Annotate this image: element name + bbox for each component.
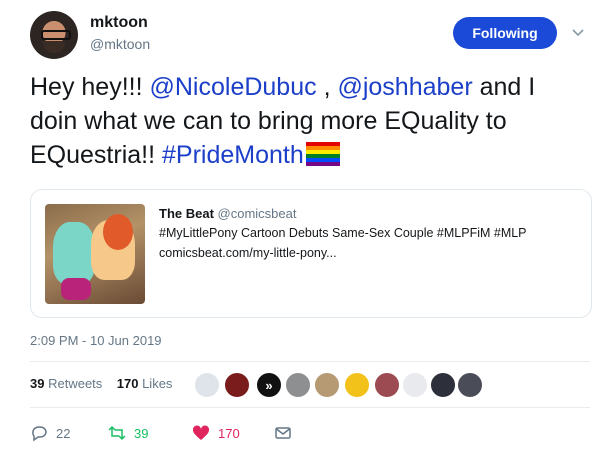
mention-nicoledubuc[interactable]: @NicoleDubuc [150, 73, 317, 101]
rainbow-flag-icon [305, 142, 340, 166]
liker-avatar[interactable] [402, 372, 428, 398]
tweet-timestamp[interactable]: 2:09 PM - 10 Jun 2019 [30, 333, 162, 348]
chevron-down-icon[interactable] [571, 26, 585, 40]
tweet-separator: , [316, 73, 338, 101]
mail-icon [275, 427, 291, 439]
liker-avatar[interactable]: » [256, 372, 282, 398]
liker-avatar[interactable] [374, 372, 400, 398]
card-source-name: The Beat [159, 206, 214, 221]
liker-avatar[interactable] [224, 372, 250, 398]
divider [30, 407, 590, 408]
card-source-handle: @comicsbeat [217, 206, 297, 221]
reply-icon [32, 426, 47, 442]
user-avatar[interactable] [30, 11, 78, 59]
pony-bag [61, 278, 91, 300]
divider [30, 361, 590, 362]
tweet-stats: 39 Retweets 170 Likes [30, 376, 172, 391]
reply-button[interactable]: 22 [30, 422, 70, 444]
retweet-button[interactable]: 39 [108, 422, 148, 444]
liker-avatar[interactable] [344, 372, 370, 398]
link-card[interactable]: The Beat @comicsbeat #MyLittlePony Carto… [30, 189, 592, 318]
card-title[interactable]: #MyLittlePony Cartoon Debuts Same-Sex Co… [159, 226, 527, 240]
user-handle[interactable]: @mktoon [90, 36, 150, 52]
direct-message-button[interactable] [274, 422, 300, 444]
heart-icon [192, 425, 210, 440]
tweet-actions: 22 39 170 [30, 422, 330, 444]
card-thumbnail[interactable] [45, 204, 145, 304]
liker-avatar[interactable] [430, 372, 456, 398]
likes-stat[interactable]: 170 Likes [117, 376, 173, 391]
liker-avatar[interactable] [314, 372, 340, 398]
liker-avatar[interactable] [457, 372, 483, 398]
pony-figure [53, 222, 95, 284]
hashtag-pridemonth[interactable]: #PrideMonth [162, 141, 304, 169]
card-url[interactable]: comicsbeat.com/my-little-pony... [159, 246, 337, 260]
retweet-icon [108, 425, 126, 441]
retweets-stat[interactable]: 39 Retweets [30, 376, 102, 391]
reply-count: 22 [56, 425, 71, 441]
pony-mane [103, 214, 133, 250]
retweet-count: 39 [134, 425, 149, 441]
card-source: The Beat @comicsbeat [159, 206, 296, 221]
like-button[interactable]: 170 [192, 422, 240, 444]
following-button[interactable]: Following [453, 17, 557, 49]
tweet-prefix: Hey hey!!! [30, 73, 150, 101]
like-count: 170 [218, 425, 240, 441]
tweet-text: Hey hey!!! @NicoleDubuc , @joshhaber and… [30, 70, 585, 172]
avatar-beard [43, 41, 65, 53]
avatar-glasses [41, 30, 71, 40]
user-name[interactable]: mktoon [90, 14, 148, 32]
mention-joshhaber[interactable]: @joshhaber [337, 73, 472, 101]
liker-avatar[interactable] [194, 372, 220, 398]
liker-avatar[interactable] [285, 372, 311, 398]
